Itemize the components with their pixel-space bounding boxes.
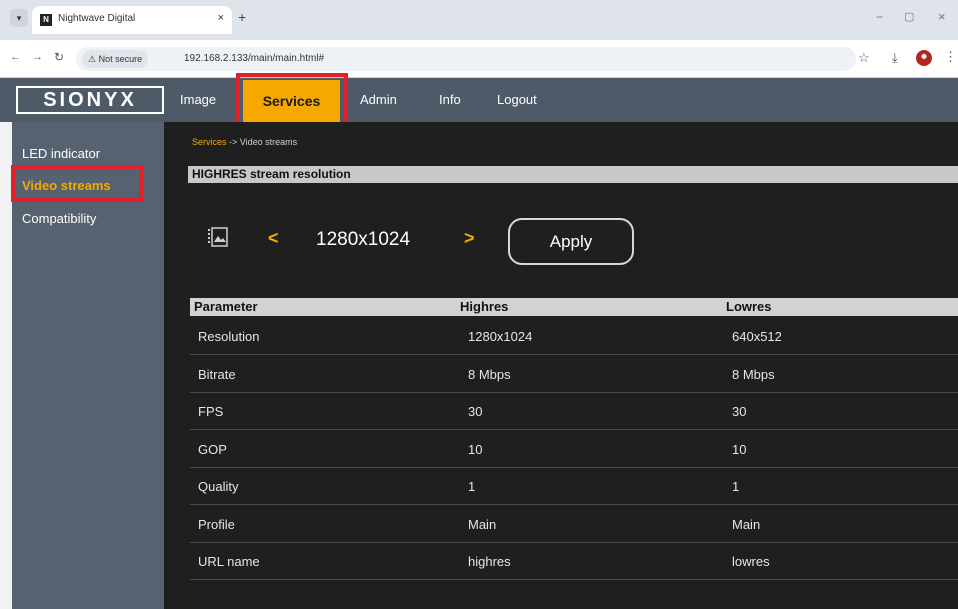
header-lowres: Lowres <box>726 299 772 314</box>
main-content: Services -> Video streams HIGHRES stream… <box>164 122 958 609</box>
table-row: URL name highres lowres <box>190 543 958 580</box>
breadcrumb-services[interactable]: Services <box>192 137 227 147</box>
section-title: HIGHRES stream resolution <box>188 166 958 183</box>
highres-cell: highres <box>468 554 511 569</box>
parameter-cell: Profile <box>198 516 235 532</box>
browser-toolbar: ← → ↻ ⚠ Not secure 192.168.2.133/main/ma… <box>0 40 958 78</box>
sidebar-item-led-indicator[interactable]: LED indicator <box>22 146 100 161</box>
highres-cell: Main <box>468 516 497 532</box>
breadcrumb-separator: -> <box>226 137 240 147</box>
url-text[interactable]: 192.168.2.133/main/main.html# <box>184 53 324 64</box>
highres-cell: 30 <box>468 404 483 419</box>
parameter-cell: Bitrate <box>198 366 236 382</box>
more-menu-icon[interactable]: ⋮ <box>944 49 957 65</box>
lowres-cell: 1 <box>732 479 740 494</box>
browser-tab-bar: ▾ N Nightwave Digital × + − ▢ × <box>0 0 958 40</box>
table-row: Profile Main Main <box>190 506 958 543</box>
video-streams-highlight-box <box>11 165 143 202</box>
parameter-cell: GOP <box>198 441 227 457</box>
apply-button[interactable]: Apply <box>508 218 634 265</box>
nav-info[interactable]: Info <box>439 92 461 107</box>
table-row: Resolution 1280x1024 640x512 <box>190 318 958 355</box>
maximize-icon[interactable]: ▢ <box>904 10 914 23</box>
parameter-cell: Quality <box>198 479 239 494</box>
highres-cell: 8 Mbps <box>468 366 511 382</box>
next-resolution-button[interactable]: > <box>464 228 475 249</box>
nav-admin[interactable]: Admin <box>360 92 397 107</box>
table-row: FPS 30 30 <box>190 393 958 430</box>
header-parameter: Parameter <box>194 299 258 314</box>
bookmark-star-icon[interactable]: ☆ <box>858 50 870 66</box>
nav-logout[interactable]: Logout <box>497 92 537 107</box>
resolution-value: 1280x1024 <box>316 229 411 250</box>
address-bar[interactable]: ⚠ Not secure 192.168.2.133/main/main.htm… <box>76 47 856 71</box>
highres-cell: 1280x1024 <box>468 329 533 344</box>
highres-cell: 10 <box>468 441 483 457</box>
lowres-cell: 640x512 <box>732 329 782 344</box>
reload-icon[interactable]: ↻ <box>54 50 64 64</box>
parameter-cell: Resolution <box>198 329 260 344</box>
table-header: Parameter Highres Lowres <box>190 298 958 316</box>
parameter-cell: URL name <box>198 554 260 569</box>
highres-cell: 1 <box>468 479 476 494</box>
table-row: GOP 10 10 <box>190 431 958 468</box>
favicon-icon: N <box>40 14 52 26</box>
tab-close-icon[interactable]: × <box>218 12 224 24</box>
nav-image[interactable]: Image <box>180 92 216 107</box>
app-header: SIONYX Image Admin Info Logout <box>0 78 958 122</box>
image-stack-icon <box>208 227 228 247</box>
breadcrumb-current: Video streams <box>239 137 298 147</box>
lowres-cell: lowres <box>732 554 770 569</box>
lowres-cell: Main <box>732 516 761 532</box>
sionyx-logo: SIONYX <box>16 86 164 114</box>
download-icon[interactable]: ⤓ <box>892 50 898 66</box>
minimize-icon[interactable]: − <box>876 10 883 24</box>
profile-avatar[interactable] <box>916 50 932 66</box>
back-arrow-icon[interactable]: ← <box>10 51 21 63</box>
sidebar-item-compatibility[interactable]: Compatibility <box>22 211 96 226</box>
tab-search-icon[interactable]: ▾ <box>10 9 28 27</box>
lowres-cell: 30 <box>732 404 747 419</box>
table-row: Bitrate 8 Mbps 8 Mbps <box>190 356 958 393</box>
tab-title: Nightwave Digital <box>58 13 136 24</box>
parameter-cell: FPS <box>198 404 224 419</box>
table-row: Quality 1 1 <box>190 468 958 505</box>
forward-arrow-icon[interactable]: → <box>32 51 43 63</box>
browser-tab[interactable]: N Nightwave Digital × <box>32 6 232 34</box>
close-window-icon[interactable]: × <box>938 9 946 24</box>
breadcrumb: Services -> Video streams <box>192 137 297 147</box>
security-indicator[interactable]: ⚠ Not secure <box>82 50 149 68</box>
previous-resolution-button[interactable]: < <box>268 228 279 249</box>
lowres-cell: 10 <box>732 441 747 457</box>
new-tab-icon[interactable]: + <box>238 9 246 25</box>
lowres-cell: 8 Mbps <box>732 366 775 382</box>
header-highres: Highres <box>460 299 509 314</box>
